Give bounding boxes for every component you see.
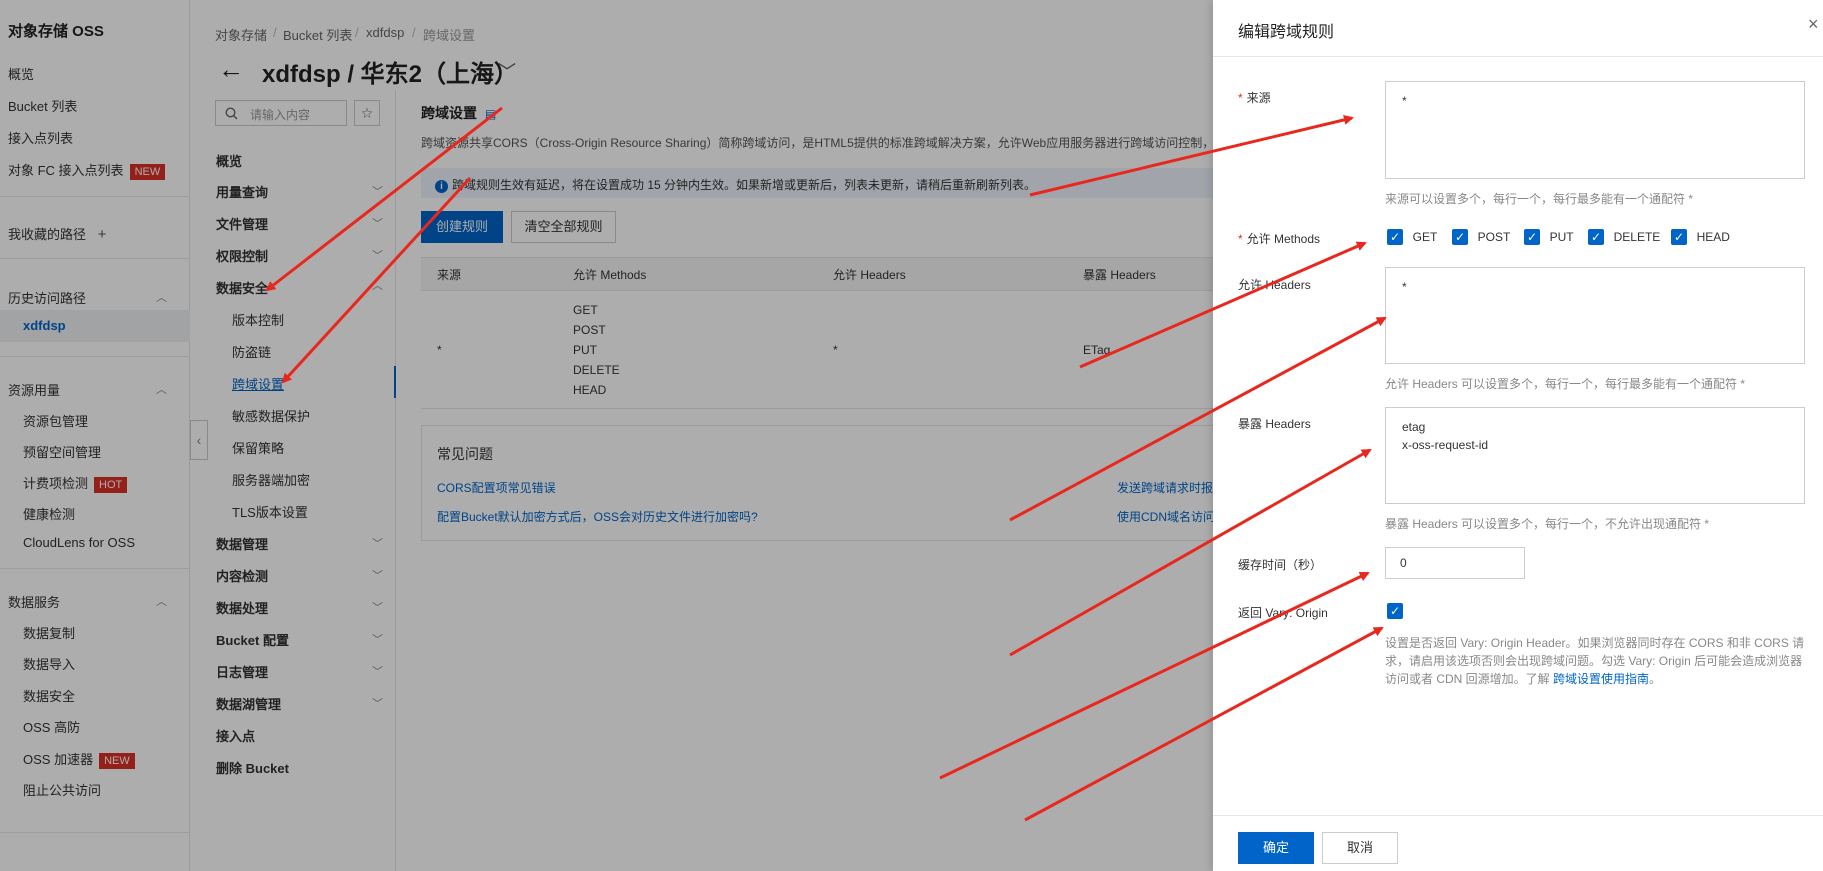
cache-label: 缓存时间（秒） [1238, 558, 1323, 572]
required-mark: * [1238, 232, 1243, 246]
method-label: POST [1477, 230, 1511, 244]
expose-header-line: x-oss-request-id [1402, 438, 1489, 452]
cache-time-input[interactable]: 0 [1385, 547, 1525, 579]
checkbox-checked-icon[interactable]: ✓ [1452, 229, 1468, 245]
allow-headers-label: 允许 Headers [1238, 278, 1311, 292]
checkbox-checked-icon[interactable]: ✓ [1524, 229, 1540, 245]
vary-help-suffix: 。 [1649, 672, 1662, 686]
expose-headers-help: 暴露 Headers 可以设置多个，每行一个，不允许出现通配符 * [1385, 517, 1710, 531]
allow-headers-help: 允许 Headers 可以设置多个，每行一个，每行最多能有一个通配符 * [1385, 377, 1746, 391]
methods-label-text: 允许 Methods [1246, 232, 1321, 246]
method-label: DELETE [1613, 230, 1661, 244]
method-checkbox-post[interactable]: ✓ POST [1452, 229, 1510, 245]
cancel-button[interactable]: 取消 [1322, 832, 1398, 864]
drawer-title: 编辑跨域规则 [1238, 24, 1335, 41]
method-checkbox-delete[interactable]: ✓ DELETE [1588, 229, 1660, 245]
vary-checkbox[interactable]: ✓ [1387, 603, 1403, 619]
methods-label: * 允许 Methods [1238, 230, 1320, 247]
divider [1213, 56, 1823, 57]
checkbox-checked-icon[interactable]: ✓ [1588, 229, 1604, 245]
origin-label-text: 来源 [1246, 91, 1271, 105]
checkbox-checked-icon[interactable]: ✓ [1671, 229, 1687, 245]
method-label: GET [1412, 230, 1438, 244]
method-checkbox-put[interactable]: ✓ PUT [1524, 229, 1574, 245]
origin-label: * 来源 [1238, 89, 1271, 106]
method-label: PUT [1549, 230, 1574, 244]
expose-headers-textarea[interactable]: etag x-oss-request-id [1385, 407, 1805, 504]
checkbox-checked-icon[interactable]: ✓ [1387, 229, 1403, 245]
allow-headers-textarea[interactable]: * [1385, 267, 1805, 364]
expose-header-line: etag [1402, 420, 1426, 434]
vary-help: 设置是否返回 Vary: Origin Header。如果浏览器同时存在 COR… [1385, 634, 1805, 688]
origin-help: 来源可以设置多个，每行一个，每行最多能有一个通配符 * [1385, 192, 1694, 206]
vary-label: 返回 Vary: Origin [1238, 606, 1328, 620]
cors-guide-link[interactable]: 跨域设置使用指南 [1553, 672, 1649, 686]
checkbox-checked-icon[interactable]: ✓ [1387, 603, 1403, 619]
method-checkbox-get[interactable]: ✓ GET [1387, 229, 1437, 245]
method-label: HEAD [1696, 230, 1730, 244]
confirm-button[interactable]: 确定 [1238, 832, 1314, 864]
method-checkbox-head[interactable]: ✓ HEAD [1671, 229, 1730, 245]
required-mark: * [1238, 91, 1243, 105]
origin-textarea[interactable]: * [1385, 81, 1805, 179]
expose-headers-label: 暴露 Headers [1238, 417, 1311, 431]
modal-overlay[interactable] [0, 0, 1213, 871]
close-icon[interactable]: × [1808, 14, 1819, 35]
divider [1213, 815, 1823, 816]
